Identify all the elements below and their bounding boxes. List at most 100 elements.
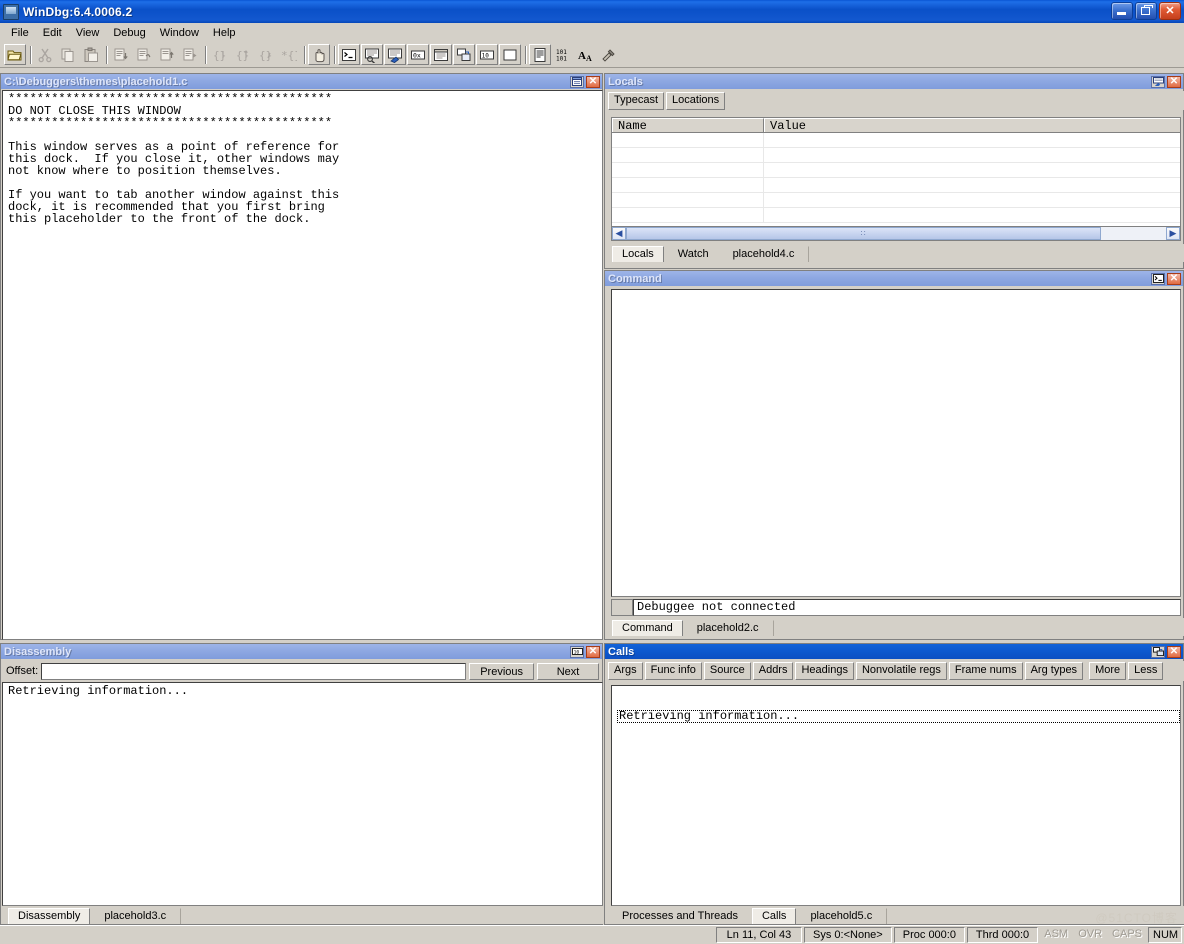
addrs-button[interactable]: Addrs — [753, 662, 794, 680]
go-handled-icon[interactable]: {} — [255, 44, 277, 65]
source-mode-icon[interactable] — [529, 44, 551, 65]
go-icon[interactable]: {} — [209, 44, 231, 65]
scrollbar-thumb[interactable]: ∶∶ — [626, 227, 1101, 240]
close-icon[interactable]: ✕ — [586, 646, 600, 658]
step-into-icon[interactable] — [110, 44, 132, 65]
menu-file[interactable]: File — [4, 25, 36, 41]
frame-nums-button[interactable]: Frame nums — [949, 662, 1023, 680]
source-button[interactable]: Source — [704, 662, 751, 680]
break-hand-icon[interactable] — [308, 44, 330, 65]
step-over-icon[interactable] — [133, 44, 155, 65]
menu-window[interactable]: Window — [153, 25, 206, 41]
source-window-controls: ✕ — [570, 76, 602, 88]
restore-button[interactable] — [1135, 2, 1157, 20]
disassembly-window-icon[interactable]: 10 — [570, 646, 584, 658]
run-to-cursor-icon[interactable] — [179, 44, 201, 65]
args-button[interactable]: Args — [608, 662, 643, 680]
headings-button[interactable]: Headings — [795, 662, 853, 680]
scratch-pad-icon[interactable] — [499, 44, 521, 65]
command-input[interactable]: Debuggee not connected — [633, 599, 1181, 616]
close-button[interactable]: ✕ — [1159, 2, 1181, 20]
offset-input[interactable] — [41, 663, 466, 680]
locals-window-icon[interactable] — [1151, 76, 1165, 88]
calls-text[interactable]: Retrieving information... — [611, 685, 1181, 906]
step-out-icon[interactable] — [156, 44, 178, 65]
tab-disassembly[interactable]: Disassembly — [8, 908, 90, 924]
func-info-button[interactable]: Func info — [645, 662, 702, 680]
less-button[interactable]: Less — [1128, 662, 1163, 680]
source-window-titlebar[interactable]: C:\Debuggers\themes\placehold1.c ✕ — [1, 74, 602, 89]
previous-button[interactable]: Previous — [469, 663, 534, 680]
calls-window-icon[interactable] — [1151, 646, 1165, 658]
cut-icon[interactable] — [34, 44, 56, 65]
menu-debug[interactable]: Debug — [106, 25, 152, 41]
locals-toolbar: Typecast Locations — [606, 91, 1184, 110]
command-prompt-dropdown[interactable] — [611, 599, 633, 616]
menu-view[interactable]: View — [69, 25, 107, 41]
tab-placehold2[interactable]: placehold2.c — [687, 620, 769, 636]
tab-locals[interactable]: Locals — [612, 246, 664, 262]
close-icon[interactable]: ✕ — [1167, 646, 1181, 658]
assembly-mode-icon[interactable]: 101 101 — [552, 44, 574, 65]
tab-calls[interactable]: Calls — [752, 908, 796, 924]
table-row[interactable] — [612, 178, 1180, 193]
scrollbar-grip: ∶∶ — [861, 229, 867, 238]
table-row[interactable] — [612, 193, 1180, 208]
close-icon[interactable]: ✕ — [1167, 76, 1181, 88]
source-window-text[interactable]: ****************************************… — [2, 90, 603, 640]
table-row[interactable] — [612, 208, 1180, 223]
copy-icon[interactable] — [57, 44, 79, 65]
restart-icon[interactable]: *{} — [278, 44, 300, 65]
typecast-button[interactable]: Typecast — [608, 92, 664, 110]
locals-grid[interactable]: Name Value — [611, 117, 1181, 227]
locals-column-name[interactable]: Name — [612, 118, 764, 132]
disassembly-window-icon[interactable]: 10 — [476, 44, 498, 65]
tab-processes-and-threads[interactable]: Processes and Threads — [612, 908, 748, 924]
command-window-icon[interactable] — [1151, 273, 1165, 285]
locals-window-icon[interactable] — [384, 44, 406, 65]
close-icon[interactable]: ✕ — [586, 76, 600, 88]
options-icon[interactable] — [598, 44, 620, 65]
locals-column-value[interactable]: Value — [764, 118, 1180, 132]
nonvolatile-regs-button[interactable]: Nonvolatile regs — [856, 662, 947, 680]
disassembly-titlebar[interactable]: Disassembly 10 ✕ — [1, 644, 602, 659]
arg-types-button[interactable]: Arg types — [1025, 662, 1083, 680]
minimize-button[interactable] — [1111, 2, 1133, 20]
scroll-right-button[interactable]: ▶ — [1166, 227, 1180, 240]
font-icon[interactable]: A A — [575, 44, 597, 65]
disassembly-text[interactable]: Retrieving information... — [2, 682, 603, 906]
go-unhandled-icon[interactable]: {} — [232, 44, 254, 65]
watch-window-icon[interactable] — [361, 44, 383, 65]
tabstrip-end — [180, 908, 182, 924]
close-icon[interactable]: ✕ — [1167, 273, 1181, 285]
scrollbar-track[interactable]: ∶∶ — [626, 227, 1166, 240]
locations-button[interactable]: Locations — [666, 92, 725, 110]
command-titlebar[interactable]: Command ✕ — [605, 271, 1183, 286]
command-output[interactable] — [611, 289, 1181, 597]
next-button[interactable]: Next — [537, 663, 599, 680]
command-window-icon[interactable] — [338, 44, 360, 65]
open-source-file-icon[interactable] — [4, 44, 26, 65]
memory-window-icon[interactable] — [430, 44, 452, 65]
tab-placehold5[interactable]: placehold5.c — [800, 908, 882, 924]
paste-icon[interactable] — [80, 44, 102, 65]
locals-horizontal-scrollbar[interactable]: ◀ ∶∶ ▶ — [611, 226, 1181, 241]
tab-command[interactable]: Command — [612, 620, 683, 636]
table-row[interactable] — [612, 148, 1180, 163]
tab-placehold3[interactable]: placehold3.c — [94, 908, 176, 924]
table-row[interactable] — [612, 133, 1180, 148]
tab-watch[interactable]: Watch — [668, 246, 719, 262]
calls-window-icon[interactable] — [453, 44, 475, 65]
menu-help[interactable]: Help — [206, 25, 243, 41]
window-title: WinDbg:6.4.0006.2 — [23, 5, 132, 19]
registers-window-icon[interactable]: 0x — [407, 44, 429, 65]
calls-selected-row[interactable]: Retrieving information... — [617, 710, 1180, 723]
calls-titlebar[interactable]: Calls ✕ — [605, 644, 1183, 659]
table-row[interactable] — [612, 163, 1180, 178]
more-button[interactable]: More — [1089, 662, 1126, 680]
scroll-left-button[interactable]: ◀ — [612, 227, 626, 240]
restore-icon[interactable] — [570, 76, 584, 88]
menu-edit[interactable]: Edit — [36, 25, 69, 41]
locals-titlebar[interactable]: Locals ✕ — [605, 74, 1183, 89]
tab-placehold4[interactable]: placehold4.c — [723, 246, 805, 262]
